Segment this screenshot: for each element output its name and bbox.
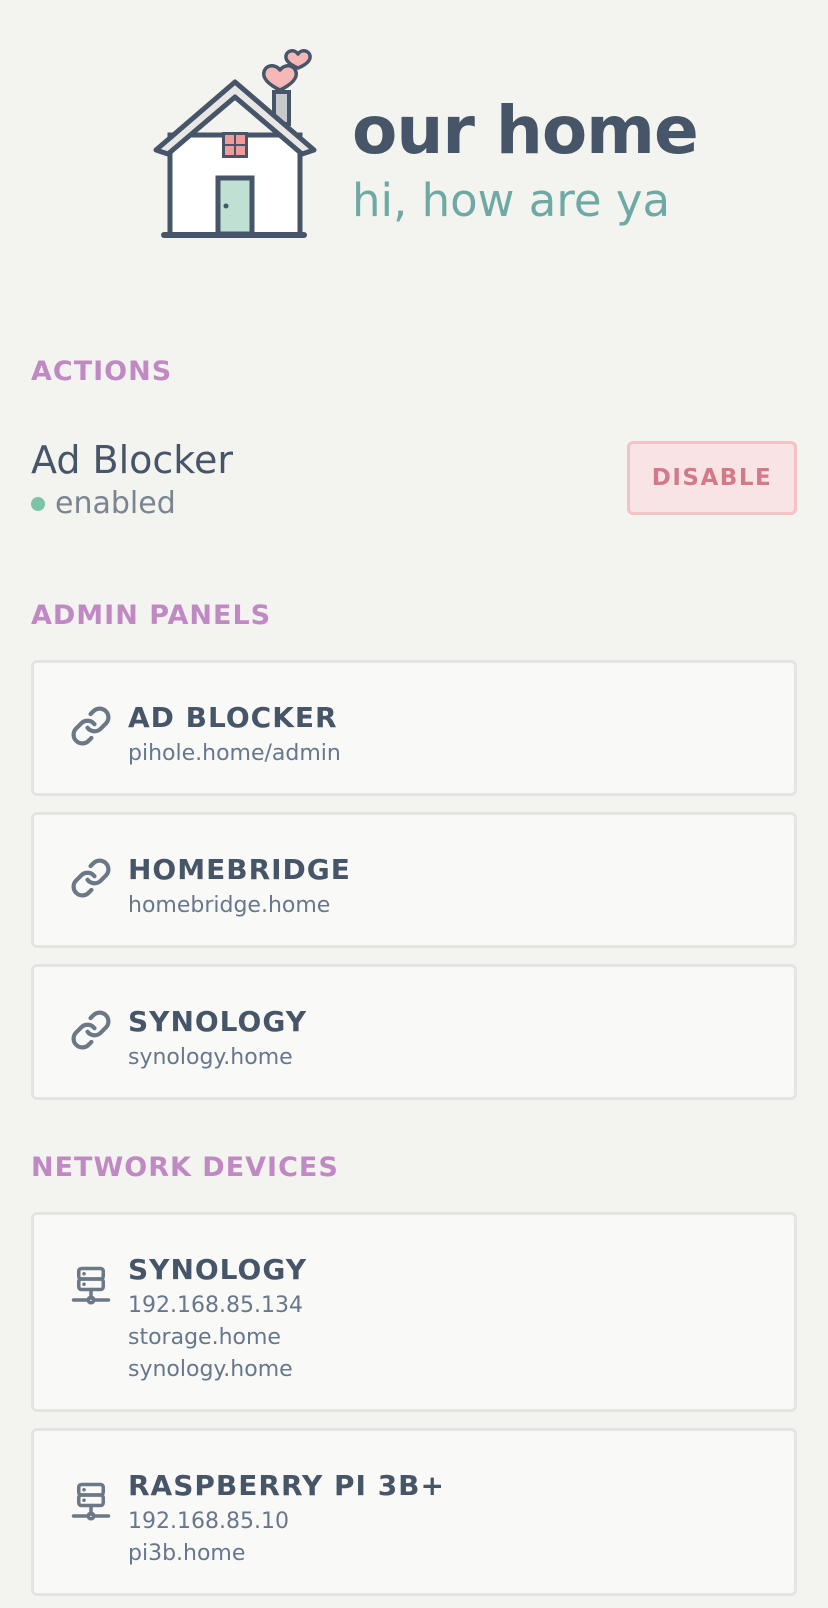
server-icon xyxy=(70,1265,112,1307)
admin-panel-url: synology.home xyxy=(128,1045,293,1070)
house-logo-icon xyxy=(150,40,330,245)
section-label-admin-panels: ADMIN PANELS xyxy=(31,600,272,631)
disable-button[interactable]: DISABLE xyxy=(627,441,797,515)
action-name: Ad Blocker xyxy=(31,438,233,482)
device-hostname: storage.home xyxy=(128,1325,281,1350)
device-hostname: pi3b.home xyxy=(128,1541,246,1566)
network-device-card-synology[interactable]: SYNOLOGY 192.168.85.134 storage.home syn… xyxy=(31,1212,797,1412)
admin-panel-title: HOMEBRIDGE xyxy=(128,853,351,886)
device-title: RASPBERRY PI 3B+ xyxy=(128,1469,445,1502)
device-ip: 192.168.85.10 xyxy=(128,1509,289,1534)
brand-title: our home xyxy=(352,92,699,169)
link-icon xyxy=(70,1009,112,1051)
link-icon xyxy=(70,857,112,899)
ad-blocker-action: Ad Blocker enabled DISABLE xyxy=(31,438,797,528)
status-text: enabled xyxy=(55,486,176,521)
link-icon xyxy=(70,705,112,747)
status-dot-icon xyxy=(31,496,45,511)
admin-panel-url: homebridge.home xyxy=(128,893,331,918)
admin-panel-card-homebridge[interactable]: HOMEBRIDGE homebridge.home xyxy=(31,812,797,948)
admin-panel-card-ad-blocker[interactable]: AD BLOCKER pihole.home/admin xyxy=(31,660,797,796)
section-label-actions: ACTIONS xyxy=(31,356,173,387)
network-device-card-raspberry-pi[interactable]: RASPBERRY PI 3B+ 192.168.85.10 pi3b.home xyxy=(31,1428,797,1596)
device-hostname: synology.home xyxy=(128,1357,293,1382)
device-title: SYNOLOGY xyxy=(128,1253,307,1286)
admin-panel-url: pihole.home/admin xyxy=(128,741,341,766)
server-icon xyxy=(70,1481,112,1523)
header: our home hi, how are ya xyxy=(0,0,828,260)
brand-subtitle: hi, how are ya xyxy=(352,174,671,227)
device-ip: 192.168.85.134 xyxy=(128,1293,303,1318)
admin-panel-title: SYNOLOGY xyxy=(128,1005,307,1038)
section-label-network-devices: NETWORK DEVICES xyxy=(31,1152,339,1183)
admin-panel-title: AD BLOCKER xyxy=(128,701,338,734)
admin-panel-card-synology[interactable]: SYNOLOGY synology.home xyxy=(31,964,797,1100)
action-status: enabled xyxy=(31,486,176,521)
